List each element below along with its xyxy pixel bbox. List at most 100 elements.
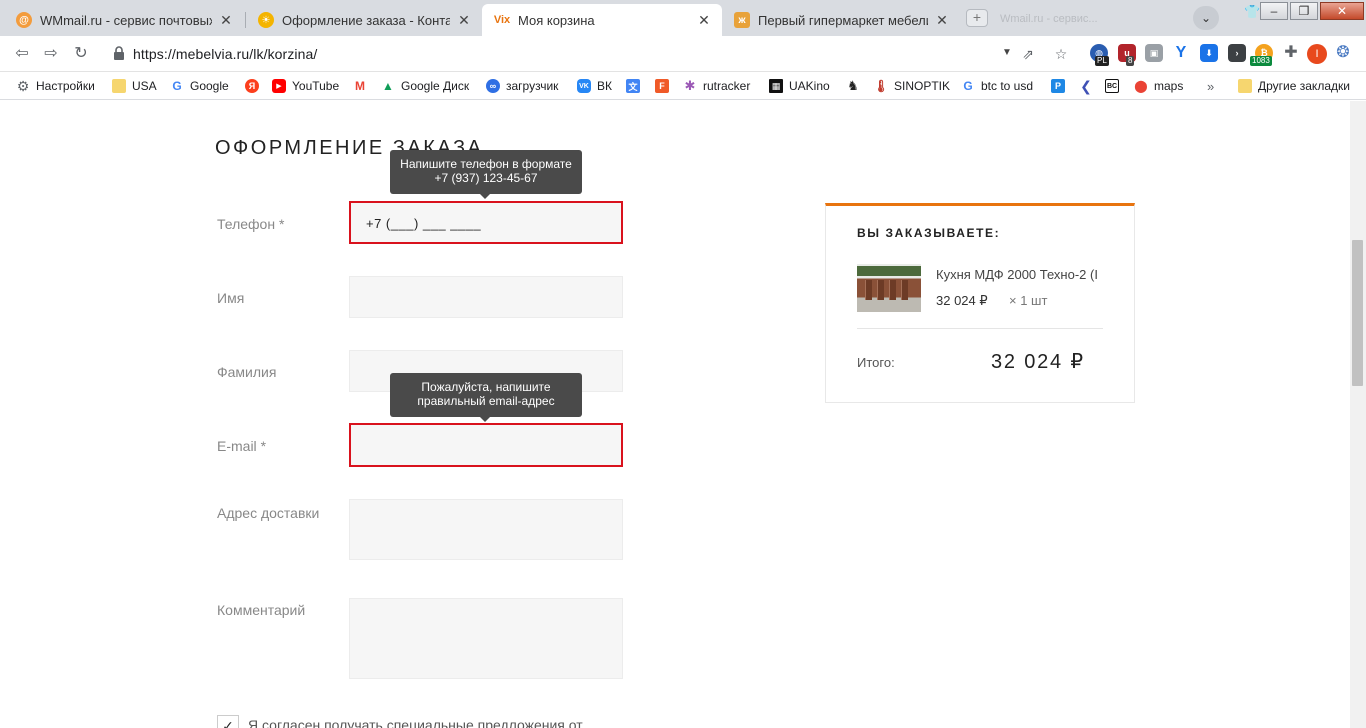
download-extension-icon[interactable]: ⬇ (1200, 44, 1218, 62)
profile-avatar[interactable]: I (1307, 44, 1327, 64)
gmail-icon: M (355, 79, 365, 93)
total-label: Итого: (857, 355, 895, 370)
tooltip-line: +7 (937) 123-45-67 (434, 171, 538, 185)
product-quantity: × 1 шт (1009, 293, 1048, 308)
chess-icon: ♞ (847, 78, 859, 93)
bookmark-usa[interactable]: USA (112, 72, 157, 100)
page-scrollbar[interactable] (1350, 101, 1366, 728)
comment-label: Комментарий (217, 602, 306, 618)
back-button[interactable]: ⇦ (12, 44, 32, 64)
close-icon[interactable]: ✕ (696, 12, 712, 29)
bookmark-uakino[interactable]: ▦ UAKino (769, 72, 830, 100)
mebelvia-icon: Vix (493, 14, 511, 26)
bookmark-label: btc to usd (981, 79, 1034, 93)
address-dropdown-icon[interactable]: ▼ (1002, 47, 1012, 58)
email-label: E-mail * (217, 438, 267, 454)
close-icon[interactable]: ✕ (456, 12, 472, 29)
bookmark-google[interactable]: G Google (170, 72, 228, 100)
first-name-input[interactable] (349, 276, 623, 318)
bookmarks-more-button[interactable]: » (1207, 72, 1214, 100)
page-content: ОФОРМЛЕНИЕ ЗАКАЗА Телефон * +7 (___) ___… (0, 101, 1350, 728)
terminal-extension-icon[interactable]: › (1228, 44, 1246, 62)
address-bar[interactable]: https://mebelvia.ru/lk/korzina/ (133, 46, 317, 62)
tab-search-dropdown[interactable]: ⌄ (1193, 6, 1219, 30)
bookmark-settings[interactable]: ⚙ Настройки (16, 72, 95, 100)
bookmark-sinoptik[interactable]: 🌡 SINOPTIK (873, 72, 950, 100)
summary-title: ВЫ ЗАКАЗЫВАЕТЕ: (857, 226, 1001, 240)
close-icon[interactable]: ✕ (218, 12, 234, 29)
tab-title: Моя корзина (518, 12, 595, 28)
minimize-button[interactable]: – (1260, 2, 1288, 20)
maximize-button[interactable]: ❐ (1290, 2, 1318, 20)
new-tab-button[interactable]: + (966, 9, 988, 27)
email-field[interactable] (349, 423, 623, 467)
phone-input[interactable]: +7 (___) ___ ____ (349, 201, 623, 244)
forward-button[interactable]: ⇨ (41, 44, 61, 64)
bookmarks-bar: ⚙ Настройки USA G Google Я ▶ YouTube M ▲… (0, 72, 1366, 100)
thermometer-icon: 🌡 (873, 79, 889, 93)
bookmark-rutracker[interactable]: ✱ rutracker (683, 72, 751, 100)
phone-input-value: +7 (___) ___ ____ (366, 216, 482, 231)
last-name-label: Фамилия (217, 364, 277, 380)
tab-checkout-contact[interactable]: ☀ Оформление заказа - Контактная информа… (246, 4, 482, 36)
arrow-icon: ❮ (1080, 77, 1092, 94)
pl-badge: PL (1095, 56, 1109, 66)
youtube-icon: ▶ (272, 79, 286, 93)
hypermarket-icon: ж (734, 12, 750, 28)
phone-label: Телефон * (217, 216, 285, 232)
bookmark-f[interactable]: F (655, 72, 675, 100)
bookmark-yandex[interactable]: Я (245, 72, 265, 100)
bookmark-translate[interactable]: 文 (626, 72, 646, 100)
product-thumbnail[interactable] (857, 264, 921, 312)
scrollbar-thumb[interactable] (1352, 240, 1363, 386)
bookmark-chess[interactable]: ♞ (846, 72, 866, 100)
bookmark-p[interactable]: P (1051, 72, 1071, 100)
puzzle-icon[interactable]: ✚ (1282, 44, 1300, 62)
settings-globe-icon[interactable]: ❂ (1334, 44, 1352, 62)
f-icon: F (655, 79, 669, 93)
bookmark-gmail[interactable]: M (353, 72, 373, 100)
maps-icon: ⬤ (1134, 79, 1148, 93)
tab-furniture-hypermarket[interactable]: ж Первый гипермаркет мебели — онлайн ✕ (722, 4, 960, 36)
tooltip-arrow (480, 417, 490, 422)
close-window-button[interactable]: ✕ (1320, 2, 1364, 20)
bookmark-btc-usd[interactable]: G btc to usd (961, 72, 1033, 100)
share-icon[interactable]: ⇗ (1018, 44, 1038, 64)
address-input[interactable] (349, 499, 623, 560)
bc-icon: BC (1105, 79, 1119, 93)
total-value: 32 024 ₽ (991, 351, 1085, 373)
product-name[interactable]: Кухня МДФ 2000 Техно-2 (I (936, 267, 1104, 282)
shirt-icon[interactable]: 👕 (1244, 5, 1260, 19)
sun-icon: ☀ (258, 12, 274, 28)
bookmark-vk[interactable]: VK ВК (577, 72, 612, 100)
bookmark-label: ВК (597, 79, 612, 93)
lock-icon[interactable] (113, 46, 125, 60)
other-bookmarks-folder[interactable]: Другие закладки (1230, 72, 1350, 100)
tab-cart[interactable]: Vix Моя корзина ✕ (482, 4, 722, 36)
first-name-label: Имя (217, 290, 245, 306)
bookmark-google-drive[interactable]: ▲ Google Диск (381, 72, 469, 100)
bookmark-downloader[interactable]: ∞ загрузчик (486, 72, 558, 100)
bookmark-label: Другие закладки (1258, 79, 1350, 93)
bookmark-maps[interactable]: ⬤ maps (1134, 72, 1183, 100)
bookmark-label: Настройки (36, 79, 95, 93)
y-extension-icon[interactable]: Y (1172, 44, 1190, 62)
comment-textarea[interactable] (349, 598, 623, 679)
google-icon: G (963, 79, 973, 93)
bookmark-youtube[interactable]: ▶ YouTube (272, 72, 339, 100)
briefcase-extension-icon[interactable]: ▣ (1145, 44, 1163, 62)
consent-checkbox[interactable]: ✓ (217, 715, 239, 728)
bookmark-label: загрузчик (506, 79, 559, 93)
close-icon[interactable]: ✕ (934, 12, 950, 29)
wmmail-icon: @ (16, 12, 32, 28)
reload-button[interactable]: ↻ (71, 44, 91, 64)
gear-icon: ⚙ (16, 77, 30, 94)
product-price: 32 024 ₽ (936, 293, 988, 308)
required-mark: * (260, 438, 267, 454)
tab-wmmail[interactable]: @ WMmail.ru - сервис почтовых рассылок ✕ (4, 4, 244, 36)
bookmark-arrow[interactable]: ❮ (1079, 72, 1099, 100)
bookmark-bc[interactable]: BC (1105, 72, 1125, 100)
yandex-icon: Я (245, 79, 259, 93)
bookmark-star-icon[interactable]: ☆ (1051, 44, 1071, 64)
address-label: Адрес доставки (217, 505, 320, 521)
